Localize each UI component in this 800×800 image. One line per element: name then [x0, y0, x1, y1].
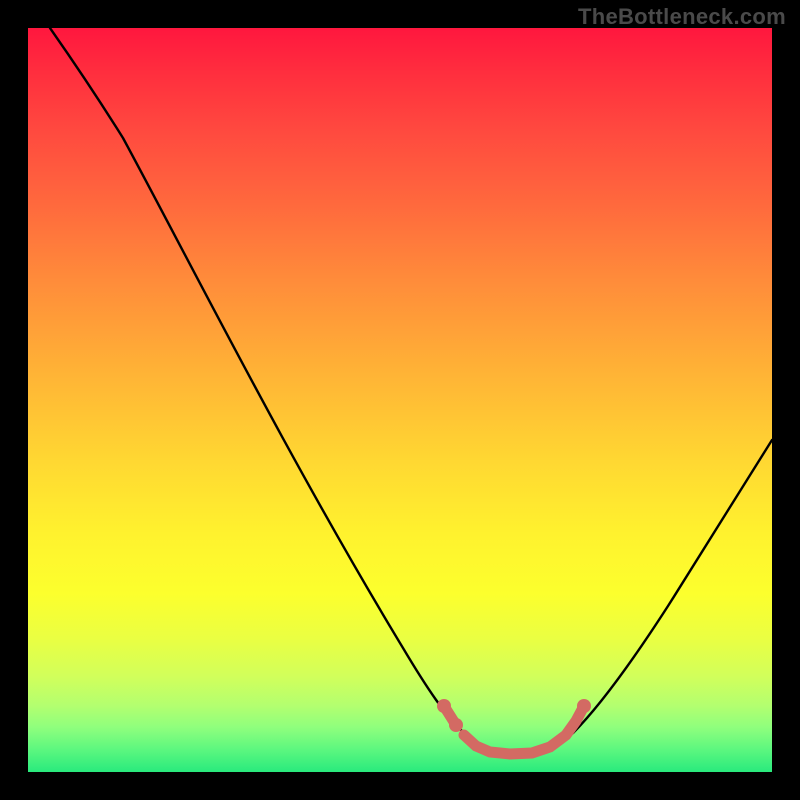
marker-dot-start — [437, 699, 451, 713]
chart-frame: TheBottleneck.com — [0, 0, 800, 800]
optimal-zone-marker — [444, 706, 584, 754]
curve-overlay — [28, 28, 772, 772]
watermark-text: TheBottleneck.com — [578, 4, 786, 30]
marker-dot-end — [577, 699, 591, 713]
marker-dot-2 — [449, 718, 463, 732]
bottleneck-curve — [50, 28, 772, 754]
plot-area — [28, 28, 772, 772]
